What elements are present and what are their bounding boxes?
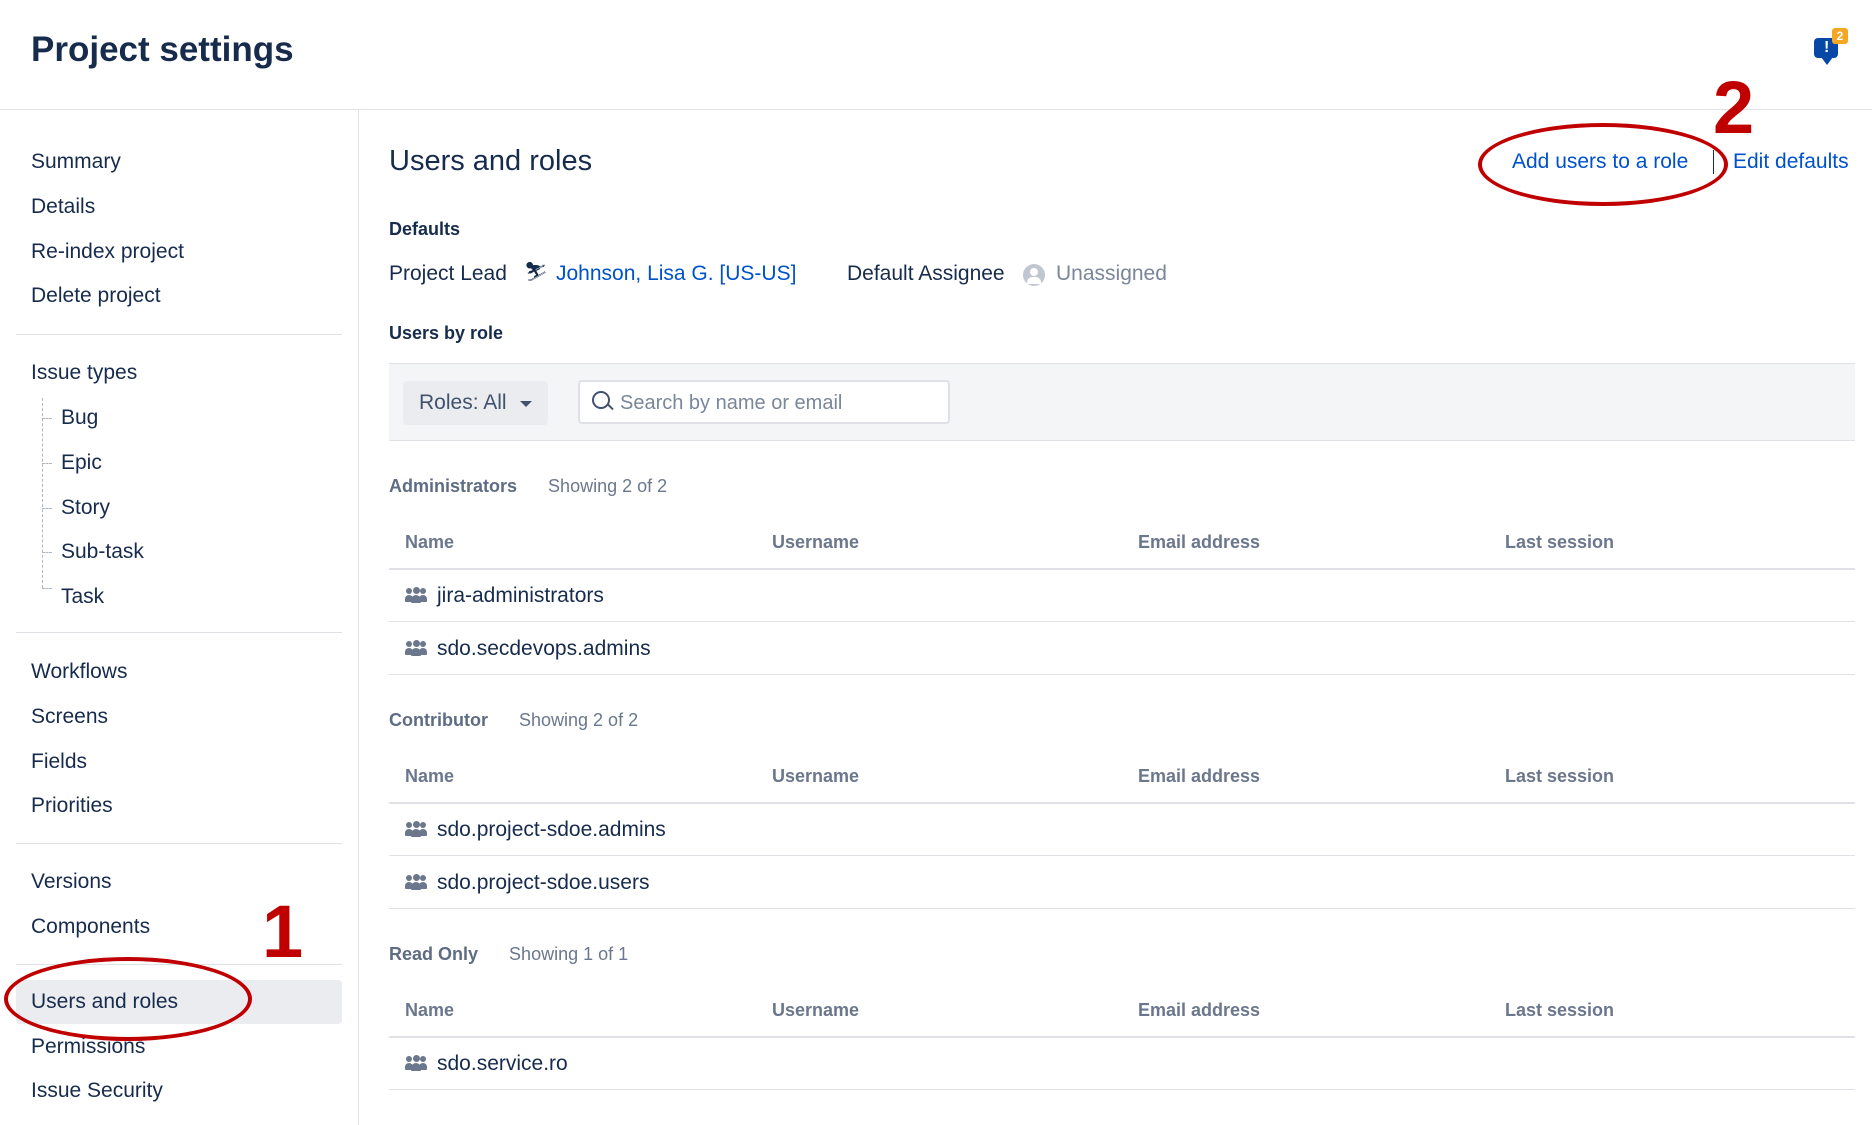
table-header-rule	[389, 802, 1855, 804]
section-title: Users and roles	[389, 145, 593, 177]
add-users-to-role-link[interactable]: Add users to a role	[1512, 150, 1688, 174]
member-name: sdo.project-sdoe.admins	[437, 818, 666, 841]
sidebar-item-details[interactable]: Details	[31, 185, 95, 229]
row-divider	[389, 855, 1855, 856]
edit-defaults-link[interactable]: Edit defaults	[1733, 150, 1849, 174]
table-header-rule	[389, 568, 1855, 570]
chevron-down-icon	[520, 401, 532, 407]
tree-branch	[42, 588, 52, 589]
sidebar-item-components[interactable]: Components	[31, 905, 150, 949]
unassigned-avatar-icon	[1023, 264, 1045, 286]
sidebar-divider	[16, 334, 342, 335]
role-name: Contributor	[389, 710, 488, 730]
table-header-rule	[389, 1036, 1855, 1038]
column-header-username[interactable]: Username	[772, 532, 859, 553]
row-divider	[389, 621, 1855, 622]
sidebar-item-priorities[interactable]: Priorities	[31, 784, 113, 828]
top-bar: Project settings ! 2	[0, 0, 1872, 110]
role-name: Read Only	[389, 944, 479, 964]
sidebar-item-story[interactable]: Story	[61, 486, 110, 530]
users-by-role-heading: Users by role	[389, 323, 504, 343]
table-row: sdo.project-sdoe.users	[405, 871, 649, 895]
issue-types-tree-line	[42, 398, 44, 588]
column-header-email[interactable]: Email address	[1138, 532, 1260, 553]
group-icon	[405, 874, 427, 890]
table-row: sdo.service.ro	[405, 1052, 568, 1076]
project-lead-avatar-icon: ⛷	[524, 262, 549, 283]
role-header-read-only: Read Only Showing 1 of 1	[389, 944, 628, 965]
role-name: Administrators	[389, 476, 518, 496]
tree-branch	[42, 552, 52, 553]
column-header-last-session[interactable]: Last session	[1505, 766, 1614, 787]
role-count: Showing 2 of 2	[519, 710, 639, 730]
column-header-last-session[interactable]: Last session	[1505, 1000, 1614, 1021]
group-icon	[405, 640, 427, 656]
sidebar-item-reindex-project[interactable]: Re-index project	[31, 230, 184, 274]
annotation-number-1: 1	[262, 890, 304, 973]
sidebar-item-workflows[interactable]: Workflows	[31, 650, 127, 694]
row-divider	[389, 1089, 1855, 1090]
column-header-username[interactable]: Username	[772, 766, 859, 787]
column-header-name[interactable]: Name	[405, 532, 454, 553]
sidebar-item-summary[interactable]: Summary	[31, 140, 121, 184]
member-name: sdo.service.ro	[437, 1052, 568, 1075]
tree-branch	[42, 463, 52, 464]
annotation-ellipse-users-and-roles	[4, 957, 252, 1041]
sidebar-divider	[16, 632, 342, 633]
sidebar-item-delete-project[interactable]: Delete project	[31, 274, 161, 318]
project-lead-link[interactable]: Johnson, Lisa G. [US-US]	[556, 262, 796, 286]
sidebar-item-versions[interactable]: Versions	[31, 860, 112, 904]
row-divider	[389, 674, 1855, 675]
role-count: Showing 2 of 2	[548, 476, 668, 496]
column-header-last-session[interactable]: Last session	[1505, 532, 1614, 553]
search-field[interactable]	[578, 380, 950, 424]
sidebar-item-task[interactable]: Task	[61, 575, 104, 619]
roles-filter-dropdown[interactable]: Roles: All	[403, 381, 548, 425]
sidebar-divider	[16, 843, 342, 844]
sidebar-item-epic[interactable]: Epic	[61, 441, 102, 485]
tree-branch	[42, 508, 52, 509]
search-input[interactable]	[618, 388, 942, 418]
roles-filter-label: Roles: All	[419, 391, 507, 414]
feedback-count-badge: 2	[1832, 28, 1848, 44]
feedback-icon[interactable]: ! 2	[1812, 28, 1848, 65]
role-header-contributor: Contributor Showing 2 of 2	[389, 710, 638, 731]
column-header-username[interactable]: Username	[772, 1000, 859, 1021]
group-icon	[405, 587, 427, 603]
tree-branch	[42, 418, 52, 419]
column-header-email[interactable]: Email address	[1138, 1000, 1260, 1021]
page-title: Project settings	[31, 30, 294, 69]
default-assignee-label: Default Assignee	[847, 262, 1005, 285]
link-separator	[1713, 150, 1714, 174]
member-name: sdo.secdevops.admins	[437, 637, 651, 660]
annotation-number-2: 2	[1713, 66, 1755, 149]
column-header-name[interactable]: Name	[405, 766, 454, 787]
role-count: Showing 1 of 1	[509, 944, 629, 964]
default-assignee-value: Unassigned	[1056, 262, 1167, 285]
table-row: sdo.project-sdoe.admins	[405, 818, 666, 842]
member-name: jira-administrators	[437, 584, 604, 607]
row-divider	[389, 908, 1855, 909]
column-header-email[interactable]: Email address	[1138, 766, 1260, 787]
feedback-exclamation-icon: !	[1824, 39, 1830, 56]
column-header-name[interactable]: Name	[405, 1000, 454, 1021]
group-icon	[405, 1055, 427, 1071]
sidebar-item-issue-types[interactable]: Issue types	[31, 351, 137, 395]
role-header-administrators: Administrators Showing 2 of 2	[389, 476, 667, 497]
search-icon	[592, 391, 610, 409]
table-row: sdo.secdevops.admins	[405, 637, 651, 661]
table-row: jira-administrators	[405, 584, 604, 608]
sidebar-item-bug[interactable]: Bug	[61, 396, 98, 440]
project-lead-label: Project Lead	[389, 262, 507, 285]
sidebar-item-issue-security[interactable]: Issue Security	[31, 1069, 163, 1113]
defaults-heading: Defaults	[389, 219, 461, 239]
filter-bar: Roles: All	[389, 363, 1855, 441]
member-name: sdo.project-sdoe.users	[437, 871, 650, 894]
sidebar-item-fields[interactable]: Fields	[31, 740, 87, 784]
sidebar-item-screens[interactable]: Screens	[31, 695, 108, 739]
group-icon	[405, 821, 427, 837]
sidebar-item-sub-task[interactable]: Sub-task	[61, 530, 144, 574]
